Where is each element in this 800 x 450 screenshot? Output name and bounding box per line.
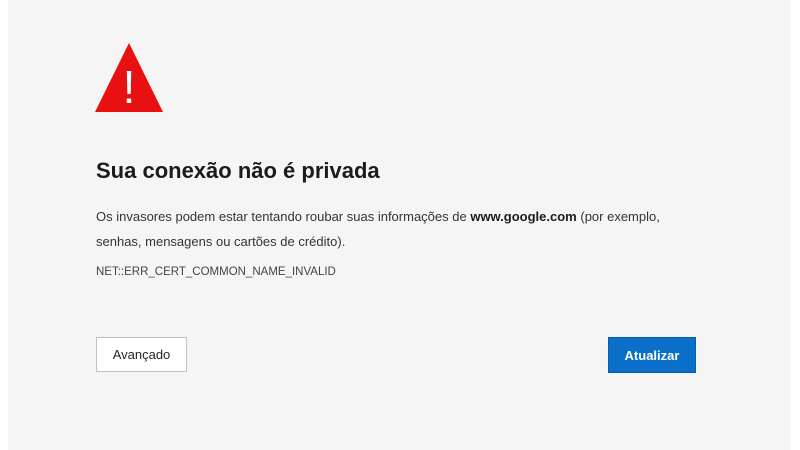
error-message: Os invasores podem estar tentando roubar… [96, 204, 696, 254]
error-page: ! Sua conexão não é privada Os invasores… [8, 0, 791, 450]
domain-name: www.google.com [470, 209, 577, 224]
warning-triangle-icon: ! [95, 43, 163, 112]
page-title: Sua conexão não é privada [96, 158, 380, 183]
refresh-button[interactable]: Atualizar [608, 337, 696, 373]
warning-mark: ! [123, 61, 136, 112]
error-code: NET::ERR_CERT_COMMON_NAME_INVALID [96, 266, 336, 278]
advanced-button[interactable]: Avançado [96, 337, 187, 372]
message-prefix: Os invasores podem estar tentando roubar… [96, 209, 471, 224]
